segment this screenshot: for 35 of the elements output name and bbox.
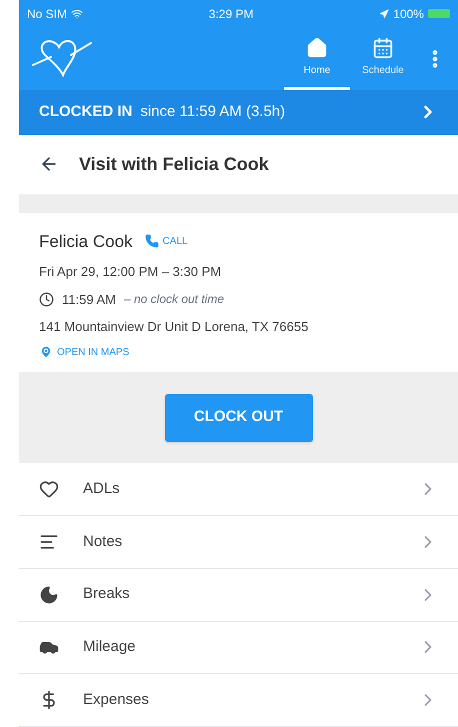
nav-tab[interactable]: Schedule	[350, 27, 416, 90]
location-icon	[379, 8, 390, 19]
menu-label: Mileage	[83, 637, 136, 658]
battery-text: 100%	[393, 6, 424, 23]
client-name: Felicia Cook	[39, 230, 133, 253]
menu-row[interactable]: Mileage	[19, 622, 458, 674]
visit-address: 141 Mountainview Dr Unit D Lorena, TX 76655	[39, 318, 310, 336]
clock-in-time: 11:59 AM	[62, 290, 116, 309]
call-link[interactable]: CALL	[144, 234, 188, 249]
clock-out-button[interactable]: CLOCK OUT	[164, 394, 312, 442]
home-icon	[306, 36, 328, 59]
open-maps-link[interactable]: OPEN IN MAPS	[39, 344, 438, 360]
moon-icon	[39, 584, 59, 605]
clock-status-text: CLOCKED IN	[39, 102, 132, 122]
menu-row[interactable]: Expenses	[19, 674, 458, 727]
clock-icon	[39, 292, 54, 307]
menu-row[interactable]: Breaks	[19, 568, 458, 622]
battery-icon	[428, 9, 450, 18]
menu-row[interactable]: Notes	[19, 516, 458, 569]
menu-label: Breaks	[83, 584, 130, 604]
clock-detail-text: since 11:59 AM (3.5h)	[140, 102, 286, 122]
page-title: Visit with Felicia Cook	[79, 152, 269, 176]
clock-text: 3:29 PM	[208, 6, 254, 23]
visit-date: Fri Apr 29, 12:00 PM – 3:30 PM	[39, 263, 222, 282]
heart-icon	[39, 479, 59, 500]
clock-out-note: – no clock out time	[124, 291, 224, 308]
phone-icon	[144, 234, 159, 248]
menu-label: ADLs	[83, 479, 120, 500]
calendar-icon	[372, 36, 394, 59]
clock-banner[interactable]: CLOCKED IN since 11:59 AM (3.5h)	[19, 90, 458, 135]
carrier-text: No SIM	[27, 6, 68, 23]
menu-row[interactable]: ADLs	[19, 463, 458, 516]
menu-label: Notes	[83, 532, 122, 552]
menu-label: Expenses	[83, 690, 149, 710]
map-pin-icon	[39, 345, 53, 360]
